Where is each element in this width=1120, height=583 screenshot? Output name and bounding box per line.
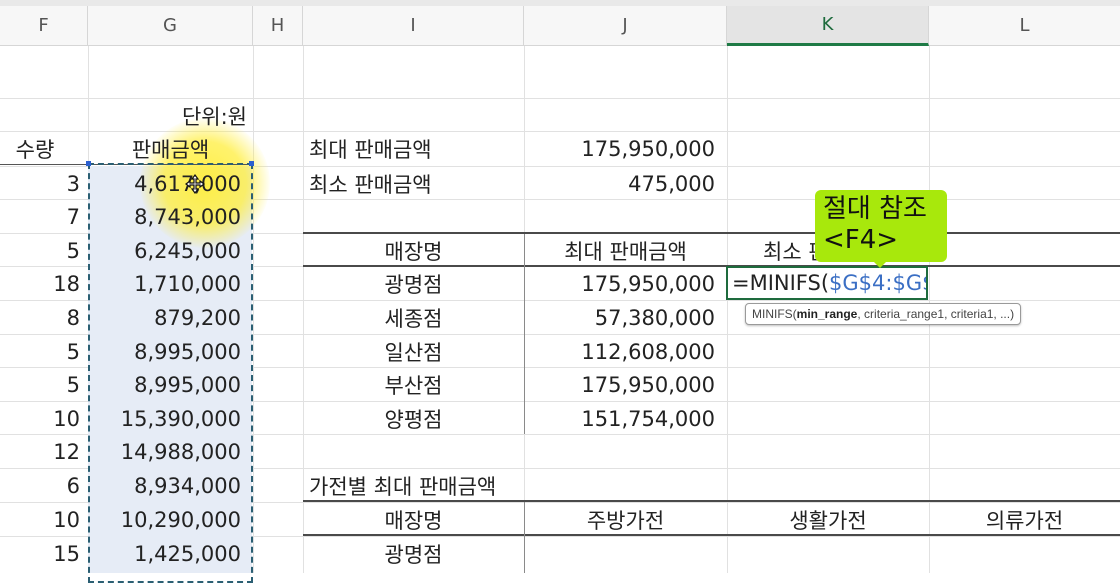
unit-label: 단위:원 (181, 104, 247, 129)
formula-range-reference: $G$4:$G$123 (829, 271, 926, 295)
tooltip-rest-args: , criteria_range1, criteria1, ...) (857, 307, 1015, 321)
formula-function: =MINIFS( (732, 271, 830, 295)
callout-line1: 절대 참조 (823, 194, 927, 224)
appliance-store-cell[interactable]: 광명점 (303, 537, 524, 570)
column-header-i[interactable]: I (303, 6, 524, 46)
qty-cell[interactable]: 6 (0, 469, 88, 502)
store-name-cell[interactable]: 일산점 (303, 335, 524, 368)
store-name-cell[interactable]: 부산점 (303, 368, 524, 401)
column-header-f[interactable]: F (0, 6, 88, 46)
qty-cell[interactable]: 8 (0, 301, 88, 334)
appliance-table-top-border (303, 500, 1120, 502)
appliance-header-kitchen[interactable]: 주방가전 (524, 503, 727, 536)
appliance-header-clothing[interactable]: 의류가전 (929, 503, 1120, 536)
tooltip-current-arg: min_range (796, 307, 858, 321)
store-max-cell[interactable]: 175,950,000 (524, 267, 727, 300)
active-cell-formula-editor[interactable]: =MINIFS($G$4:$G$123 (726, 266, 928, 300)
annotation-callout: 절대 참조 <F4> (815, 190, 947, 262)
store-header-max[interactable]: 최대 판매금액 (524, 234, 727, 267)
column-header-l[interactable]: L (929, 6, 1120, 46)
store-table-top-border (303, 232, 1120, 234)
appliance-table-title[interactable]: 가전별 최대 판매금액 (303, 469, 543, 502)
column-header-h[interactable]: H (253, 6, 303, 46)
min-sales-value[interactable]: 475,000 (524, 167, 727, 200)
gridline-v (727, 46, 728, 573)
selection-handle[interactable] (249, 161, 254, 166)
qty-cell[interactable]: 10 (0, 402, 88, 435)
store-name-cell[interactable]: 양평점 (303, 402, 524, 435)
appliance-header-living[interactable]: 생활가전 (727, 503, 929, 536)
qty-cell[interactable]: 10 (0, 503, 88, 536)
qty-cell[interactable]: 3 (0, 167, 88, 200)
qty-cell[interactable]: 5 (0, 368, 88, 401)
qty-cell[interactable]: 15 (0, 537, 88, 570)
qty-cell[interactable]: 18 (0, 267, 88, 300)
min-sales-label[interactable]: 최소 판매금액 (303, 167, 524, 200)
store-name-cell[interactable]: 세종점 (303, 301, 524, 334)
function-tooltip[interactable]: MINIFS(min_range, criteria_range1, crite… (745, 303, 1022, 325)
store-name-cell[interactable]: 광명점 (303, 267, 524, 300)
header-quantity[interactable]: 수량 (0, 132, 70, 165)
max-sales-label[interactable]: 최대 판매금액 (303, 132, 524, 165)
selection-handle[interactable] (86, 161, 91, 166)
qty-cell[interactable]: 7 (0, 200, 88, 233)
appliance-header-store[interactable]: 매장명 (303, 503, 524, 536)
store-max-cell[interactable]: 151,754,000 (524, 402, 727, 435)
store-max-cell[interactable]: 112,608,000 (524, 335, 727, 368)
column-header-k[interactable]: K (727, 6, 929, 46)
max-sales-value[interactable]: 175,950,000 (524, 132, 727, 165)
store-max-cell[interactable]: 57,380,000 (524, 301, 727, 334)
callout-tail (870, 258, 890, 268)
store-header-min[interactable]: 최소 판 (727, 234, 828, 267)
tooltip-function: MINIFS( (752, 307, 797, 321)
gridline-v (253, 46, 254, 573)
column-header-g[interactable]: G (88, 6, 253, 46)
column-header-j[interactable]: J (524, 6, 727, 46)
qty-cell[interactable]: 5 (0, 234, 88, 267)
header-sales-amount[interactable]: 판매금액 (88, 132, 253, 165)
qty-cell[interactable]: 12 (0, 435, 88, 468)
qty-cell[interactable]: 5 (0, 335, 88, 368)
store-max-cell[interactable]: 175,950,000 (524, 368, 727, 401)
callout-line2: <F4> (823, 225, 899, 255)
move-cursor-icon (185, 174, 205, 194)
store-header-name[interactable]: 매장명 (303, 234, 524, 267)
copy-selection-border (88, 163, 253, 583)
